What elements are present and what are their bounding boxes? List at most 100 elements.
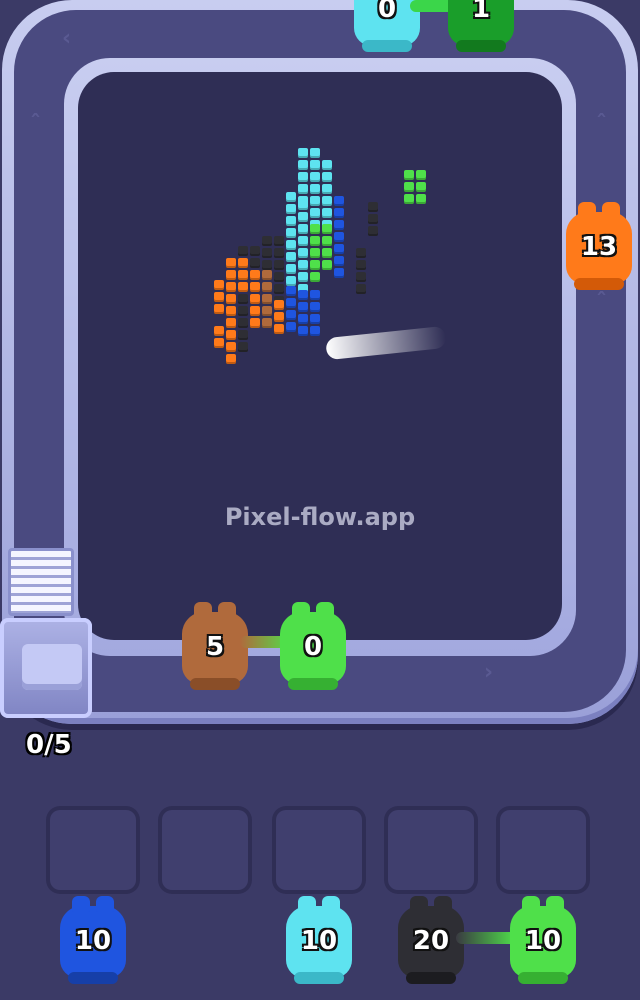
pixel-block — [250, 246, 260, 256]
pixel-block — [310, 326, 320, 336]
creature-right-orange[interactable]: 13 — [566, 202, 632, 290]
pixel-block — [298, 326, 308, 336]
queue-creature-lime[interactable]: 10 — [510, 896, 576, 984]
pixel-block — [250, 306, 260, 316]
pixel-block — [416, 194, 426, 204]
holding-slot-5[interactable] — [496, 806, 590, 894]
pixel-block — [298, 160, 308, 170]
pixel-block — [274, 248, 284, 258]
pixel-block — [334, 256, 344, 266]
pixel-block — [262, 306, 272, 316]
pixel-block — [334, 208, 344, 218]
pixel-block — [298, 200, 308, 210]
pixel-block — [214, 326, 224, 336]
pixel-block — [298, 314, 308, 324]
pixel-block — [368, 202, 378, 212]
pixel-block — [310, 272, 320, 282]
pixel-block — [404, 194, 414, 204]
pixel-block — [238, 318, 248, 328]
pixel-block — [274, 272, 284, 282]
creature-count: 13 — [580, 232, 618, 262]
pixel-block — [310, 314, 320, 324]
pixel-block — [250, 258, 260, 268]
pixel-block — [322, 172, 332, 182]
queue-creature-cyan[interactable]: 10 — [286, 896, 352, 984]
pixel-block — [310, 260, 320, 270]
pixel-block — [250, 270, 260, 280]
pixel-block — [322, 248, 332, 258]
creature-top-green[interactable]: 1 — [448, 0, 514, 52]
pixel-block — [322, 160, 332, 170]
pixel-block — [298, 260, 308, 270]
pixel-block — [298, 290, 308, 300]
pixel-block — [286, 264, 296, 274]
pixel-block — [298, 236, 308, 246]
pixel-block — [286, 216, 296, 226]
pixel-block — [274, 312, 284, 322]
pixel-block — [262, 294, 272, 304]
pixel-block — [262, 260, 272, 270]
pixel-block — [334, 232, 344, 242]
pixel-block — [416, 170, 426, 180]
holding-slot-4[interactable] — [384, 806, 478, 894]
pixel-block — [262, 236, 272, 246]
pixel-block — [286, 310, 296, 320]
pixel-block — [334, 244, 344, 254]
pixel-block — [368, 226, 378, 236]
pixel-block — [238, 246, 248, 256]
pixel-block — [286, 298, 296, 308]
creature-count: 10 — [74, 926, 112, 956]
pixel-block — [250, 282, 260, 292]
creature-count: 10 — [300, 926, 338, 956]
dock-window — [22, 644, 82, 690]
pixel-block — [298, 248, 308, 258]
pixel-block — [274, 260, 284, 270]
pixel-block — [334, 196, 344, 206]
pixel-block — [310, 172, 320, 182]
pixel-block — [310, 160, 320, 170]
pixel-block — [274, 284, 284, 294]
watermark: Pixel-flow.app — [224, 503, 416, 531]
pixel-block — [238, 282, 248, 292]
pixel-block — [298, 148, 308, 158]
pixel-block — [274, 300, 284, 310]
pixel-block — [322, 236, 332, 246]
holding-slot-1[interactable] — [46, 806, 140, 894]
pixel-block — [238, 330, 248, 340]
pixel-block — [226, 306, 236, 316]
pixel-block — [404, 170, 414, 180]
pixel-block — [214, 338, 224, 348]
pixel-block — [310, 148, 320, 158]
pixel-block — [322, 224, 332, 234]
pixel-block — [356, 272, 366, 282]
pixel-block — [226, 294, 236, 304]
pixel-block — [298, 184, 308, 194]
dock-stairs — [8, 548, 74, 616]
pixel-block — [298, 224, 308, 234]
pixel-block — [310, 290, 320, 300]
pixel-block — [334, 220, 344, 230]
pixel-block — [298, 212, 308, 222]
pixel-block — [356, 248, 366, 258]
pixel-block — [310, 248, 320, 258]
holding-slot-3[interactable] — [272, 806, 366, 894]
pixel-block — [226, 270, 236, 280]
creature-bottom-brown[interactable]: 5 — [182, 602, 248, 690]
queue-creature-black[interactable]: 20 — [398, 896, 464, 984]
pixel-block — [322, 208, 332, 218]
pixel-block — [334, 268, 344, 278]
pixel-block — [286, 252, 296, 262]
pixel-block — [368, 214, 378, 224]
pixel-block — [310, 196, 320, 206]
queue-creature-blue[interactable]: 10 — [60, 896, 126, 984]
pixel-block — [298, 302, 308, 312]
creature-bottom-lime[interactable]: 0 — [280, 602, 346, 690]
pixel-block — [214, 292, 224, 302]
holding-slot-2[interactable] — [158, 806, 252, 894]
creature-count: 20 — [412, 926, 450, 956]
pixel-block — [356, 284, 366, 294]
pixel-block — [238, 306, 248, 316]
pixel-block — [262, 282, 272, 292]
pixel-block — [250, 294, 260, 304]
pixel-block — [404, 182, 414, 192]
